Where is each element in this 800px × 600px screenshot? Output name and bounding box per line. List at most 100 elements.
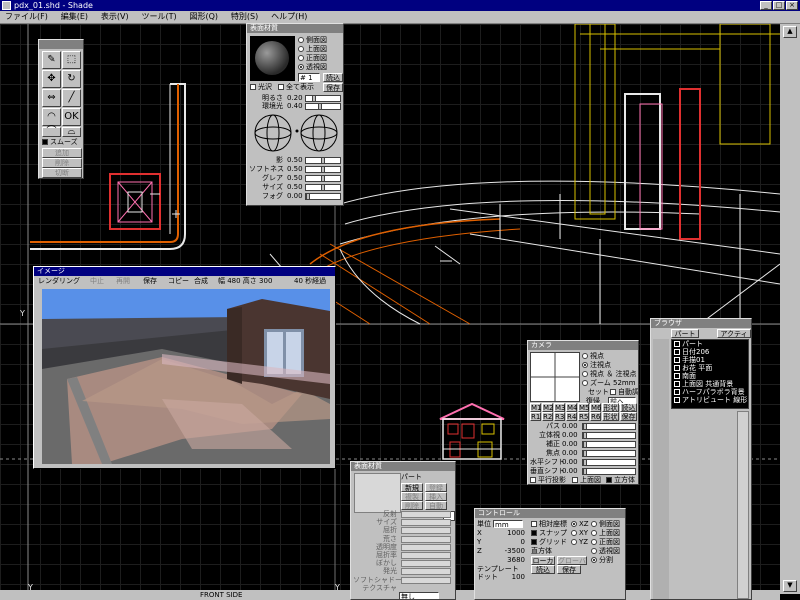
auto-adjust-toggle[interactable]: 自動調整 bbox=[610, 388, 638, 397]
camera-param-slider[interactable] bbox=[582, 468, 636, 475]
surface-param-slider[interactable] bbox=[305, 175, 341, 182]
surface-param-slider-thumb[interactable] bbox=[321, 157, 325, 164]
coord-value[interactable]: -3500 bbox=[503, 547, 525, 556]
attribute-slider[interactable] bbox=[401, 552, 451, 559]
controller-view-radio[interactable]: 上面図 bbox=[591, 529, 620, 538]
grid-toggle[interactable]: グリッド bbox=[531, 538, 567, 547]
camera-set-button[interactable]: セット bbox=[588, 388, 609, 397]
camera-memory-button[interactable]: 読込 bbox=[620, 403, 637, 412]
menu-help[interactable]: ヘルプ(H) bbox=[266, 11, 312, 23]
coord-value[interactable]: 100 bbox=[503, 573, 525, 582]
camera-recall-button[interactable]: R4 bbox=[566, 412, 577, 421]
camera-param-slider-thumb[interactable] bbox=[583, 450, 587, 457]
camera-param-slider-thumb[interactable] bbox=[583, 432, 587, 439]
parallel-projection-toggle[interactable]: 平行投影 bbox=[530, 476, 566, 484]
surface-param-slider[interactable] bbox=[305, 193, 341, 200]
surface-param-slider-thumb[interactable] bbox=[321, 175, 325, 182]
menu-file[interactable]: ファイル(F) bbox=[0, 11, 53, 23]
camera-memory-button[interactable]: M3 bbox=[554, 403, 566, 412]
controller-view-radio[interactable]: 正面図 bbox=[591, 538, 620, 547]
paint-tool-icon[interactable]: ⬚ bbox=[62, 51, 81, 69]
camera-eye-and-target[interactable]: 視点 ＆ 注視点 bbox=[582, 370, 636, 379]
plane-radio-yz[interactable]: YZ bbox=[571, 538, 588, 547]
maximize-button[interactable]: □ bbox=[773, 1, 785, 10]
camera-param-slider[interactable] bbox=[582, 423, 636, 430]
camera-memory-button[interactable]: 形状 bbox=[602, 403, 619, 412]
register-button[interactable]: 登録 bbox=[425, 483, 447, 492]
camera-recall-button[interactable]: R1 bbox=[530, 412, 541, 421]
rotate-tool-icon[interactable]: ↻ bbox=[62, 70, 81, 88]
browser-tree-item[interactable]: 手描01 bbox=[674, 356, 750, 364]
browser-tree-item[interactable]: パート bbox=[674, 340, 750, 348]
surface-param-slider-thumb[interactable] bbox=[321, 184, 325, 191]
copy-button[interactable]: コピー bbox=[168, 277, 189, 286]
attribute-slider[interactable] bbox=[401, 560, 451, 568]
view-perspective[interactable]: 透視図 bbox=[298, 63, 327, 72]
camera-recall-button[interactable]: R3 bbox=[554, 412, 565, 421]
coord-value[interactable]: 1000 bbox=[503, 529, 525, 538]
plane-radio-xz[interactable]: XZ bbox=[571, 520, 589, 529]
image-save-button[interactable]: 保存 bbox=[143, 277, 157, 286]
camera-eye[interactable]: 視点 bbox=[582, 352, 604, 361]
camera-top-view-toggle[interactable]: 上面図 bbox=[572, 476, 601, 484]
menu-view[interactable]: 表示(V) bbox=[96, 11, 134, 23]
browser-tree-item[interactable]: 上面図 共通背景 bbox=[674, 380, 750, 388]
browser-tree[interactable]: パート 日付206 手描01 お花 平面 南面 上面図 共通背景 ハーフパラボラ背景 アトリビ… bbox=[671, 339, 749, 409]
browser-tree-item[interactable]: お花 平面 bbox=[674, 364, 750, 372]
load-button[interactable]: 読込 bbox=[323, 73, 343, 82]
browser-scrollbar[interactable] bbox=[737, 411, 749, 599]
local-button[interactable]: ローカル bbox=[531, 556, 555, 574]
menu-shape[interactable]: 図形(Q) bbox=[185, 11, 224, 23]
controller-view-radio[interactable]: 透視図 bbox=[591, 547, 620, 556]
render-button[interactable]: レンダリング bbox=[38, 277, 80, 286]
camera-param-slider-thumb[interactable] bbox=[583, 441, 587, 448]
surface-param-slider[interactable] bbox=[305, 166, 341, 173]
browser-tree-item[interactable]: 南面 bbox=[674, 372, 750, 380]
camera-memory-button[interactable]: M5 bbox=[578, 403, 590, 412]
curve-tool-icon[interactable]: ◠ bbox=[42, 108, 61, 126]
attribute-slider[interactable] bbox=[401, 576, 451, 584]
camera-recall-button[interactable]: 形状 bbox=[602, 412, 619, 421]
controller-view-radio[interactable]: 分割 bbox=[591, 556, 613, 565]
coord-value[interactable]: 3680 bbox=[503, 556, 525, 565]
coord-value[interactable]: 0 bbox=[503, 538, 525, 547]
camera-recall-button[interactable]: R5 bbox=[578, 412, 589, 421]
camera-memory-button[interactable]: M2 bbox=[542, 403, 554, 412]
surface-param-slider[interactable] bbox=[305, 103, 341, 110]
snap-toggle[interactable]: スナップ bbox=[531, 529, 567, 538]
stop-button[interactable]: 中止 bbox=[90, 277, 104, 286]
scale-tool-icon[interactable]: ⇔ bbox=[42, 89, 61, 107]
attribute-slider[interactable] bbox=[401, 519, 451, 527]
duplicate-button[interactable]: 複製 bbox=[401, 492, 423, 501]
attr-delete-button[interactable]: 削除 bbox=[401, 501, 423, 510]
material-number-select[interactable]: # 1 bbox=[298, 73, 320, 82]
show-all-toggle[interactable]: 全て表示 bbox=[278, 83, 314, 92]
view-side[interactable]: 側面図 bbox=[298, 36, 327, 45]
view-front[interactable]: 正面図 bbox=[298, 54, 327, 63]
camera-memory-button[interactable]: M4 bbox=[566, 403, 578, 412]
surface-param-slider[interactable] bbox=[305, 95, 341, 102]
scroll-down-arrow[interactable]: ▼ bbox=[783, 580, 797, 592]
global-button[interactable]: グローバル bbox=[557, 556, 587, 574]
view-top[interactable]: 上面図 bbox=[298, 45, 327, 54]
camera-memory-button[interactable]: M1 bbox=[530, 403, 542, 412]
pencil-tool-icon[interactable]: ✎ bbox=[42, 51, 61, 69]
surface-param-slider-thumb[interactable] bbox=[312, 95, 316, 102]
surface-param-slider[interactable] bbox=[305, 184, 341, 191]
resume-button[interactable]: 再開 bbox=[116, 277, 130, 286]
camera-param-slider[interactable] bbox=[582, 441, 636, 448]
camera-target[interactable]: 注視点 bbox=[582, 361, 611, 370]
scroll-up-arrow[interactable]: ▲ bbox=[783, 26, 797, 38]
camera-direction-pad[interactable] bbox=[530, 352, 580, 402]
ok-button[interactable]: OK bbox=[62, 108, 81, 126]
vertical-scrollbar[interactable]: ▲ ▼ bbox=[780, 24, 800, 594]
attribute-slider[interactable] bbox=[401, 535, 451, 543]
camera-zoom[interactable]: ズーム 52mm bbox=[582, 379, 636, 388]
camera-recall-button[interactable]: 保存 bbox=[620, 412, 637, 421]
unit-select[interactable]: mm bbox=[493, 520, 523, 529]
move-tool-icon[interactable]: ✥ bbox=[42, 70, 61, 88]
minimize-button[interactable]: _ bbox=[760, 1, 772, 10]
camera-param-slider-thumb[interactable] bbox=[583, 423, 587, 430]
camera-recall-button[interactable]: R2 bbox=[542, 412, 553, 421]
browser-tree-item[interactable]: ハーフパラボラ背景 bbox=[674, 388, 750, 396]
